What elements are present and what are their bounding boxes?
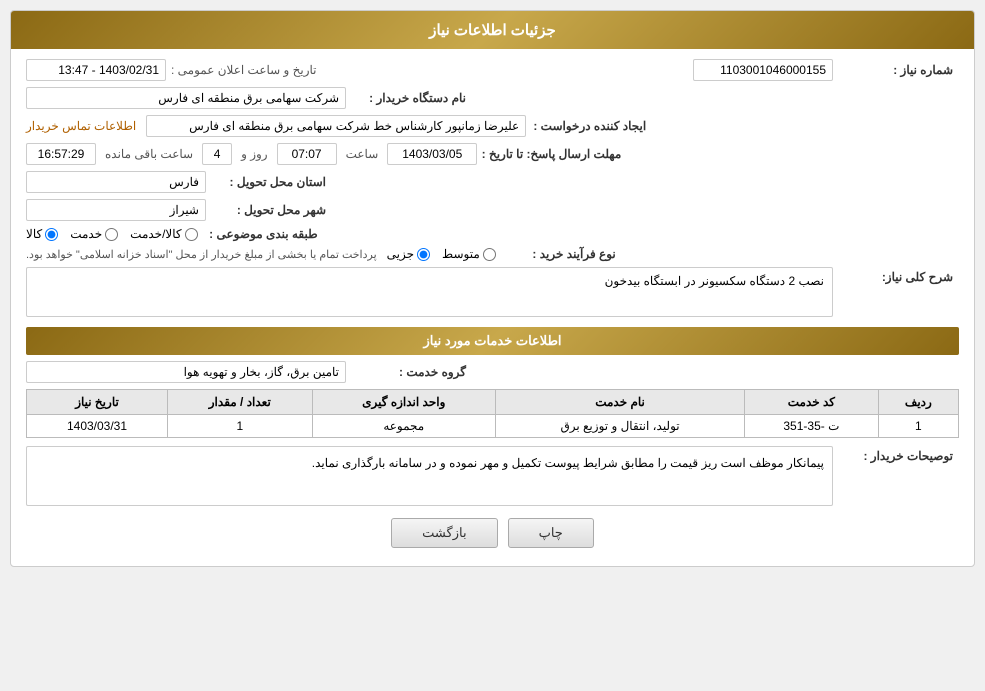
card-body: شماره نیاز : 1103001046000155 تاریخ و سا… bbox=[11, 49, 974, 566]
process-note: پرداخت تمام یا بخشی از مبلغ خریدار از مح… bbox=[26, 248, 377, 261]
services-table: ردیف کد خدمت نام خدمت واحد اندازه گیری ت… bbox=[26, 389, 959, 438]
radio-goods-label: کالا bbox=[26, 227, 42, 241]
process-radio-group: متوسط جزیی bbox=[387, 247, 496, 261]
creator-label: ایجاد کننده درخواست : bbox=[526, 119, 646, 133]
cell-unit: مجموعه bbox=[312, 415, 495, 438]
print-button[interactable]: چاپ bbox=[508, 518, 594, 548]
buyer-name-value: شرکت سهامی برق منطقه ای فارس bbox=[26, 87, 346, 109]
public-announce-value: 1403/02/31 - 13:47 bbox=[26, 59, 166, 81]
reply-days-label: روز و bbox=[241, 147, 268, 161]
reply-time: 07:07 bbox=[277, 143, 337, 165]
need-number-row: شماره نیاز : 1103001046000155 تاریخ و سا… bbox=[26, 59, 959, 81]
service-group-row: گروه خدمت : تامین برق، گاز، بخار و تهویه… bbox=[26, 361, 959, 383]
need-number-value: 1103001046000155 bbox=[693, 59, 833, 81]
services-section-header: اطلاعات خدمات مورد نیاز bbox=[26, 327, 959, 355]
table-row: 1 ت -35-351 تولید، انتقال و توزیع برق مج… bbox=[27, 415, 959, 438]
need-desc-box: نصب 2 دستگاه سکسیونر در ابستگاه بیدخون bbox=[26, 267, 833, 317]
buyer-notes-label: توصیحات خریدار : bbox=[833, 446, 953, 463]
need-desc-label: شرح کلی نیاز: bbox=[833, 267, 953, 284]
col-qty: تعداد / مقدار bbox=[168, 390, 313, 415]
reply-deadline-row: مهلت ارسال پاسخ: تا تاریخ : 1403/03/05 س… bbox=[26, 143, 959, 165]
radio-medium-label: متوسط bbox=[442, 247, 480, 261]
public-announce-label: تاریخ و ساعت اعلان عمومی : bbox=[171, 63, 317, 77]
radio-partial-input[interactable] bbox=[417, 248, 430, 261]
radio-medium-input[interactable] bbox=[483, 248, 496, 261]
buyer-notes-row: توصیحات خریدار : پیمانکار موظف است ریز ق… bbox=[26, 446, 959, 506]
category-radio-goods: کالا bbox=[26, 227, 58, 241]
radio-goods-service-input[interactable] bbox=[185, 228, 198, 241]
buyer-name-label: نام دستگاه خریدار : bbox=[346, 91, 466, 105]
col-unit: واحد اندازه گیری bbox=[312, 390, 495, 415]
reply-date: 1403/03/05 bbox=[387, 143, 477, 165]
col-name: نام خدمت bbox=[495, 390, 744, 415]
radio-goods-input[interactable] bbox=[45, 228, 58, 241]
radio-service-label: خدمت bbox=[70, 227, 102, 241]
table-header-row: ردیف کد خدمت نام خدمت واحد اندازه گیری ت… bbox=[27, 390, 959, 415]
process-radio-medium: متوسط bbox=[442, 247, 496, 261]
radio-goods-service-label: کالا/خدمت bbox=[130, 227, 181, 241]
page-wrapper: جزئیات اطلاعات نیاز شماره نیاز : 1103001… bbox=[0, 0, 985, 691]
contact-link[interactable]: اطلاعات تماس خریدار bbox=[26, 119, 136, 133]
buyer-notes-box: پیمانکار موظف است ریز قیمت را مطابق شرای… bbox=[26, 446, 833, 506]
category-radio-goods-service: کالا/خدمت bbox=[130, 227, 197, 241]
category-radio-group: کالا/خدمت خدمت کالا bbox=[26, 227, 198, 241]
reply-remaining-label: ساعت باقی مانده bbox=[105, 147, 193, 161]
services-section-label: اطلاعات خدمات مورد نیاز bbox=[423, 333, 561, 348]
province-label: استان محل تحویل : bbox=[206, 175, 326, 189]
process-radio-partial: جزیی bbox=[387, 247, 430, 261]
radio-service-input[interactable] bbox=[105, 228, 118, 241]
process-type-row: نوع فرآیند خرید : متوسط جزیی پرداخت تمام… bbox=[26, 247, 959, 261]
cell-date: 1403/03/31 bbox=[27, 415, 168, 438]
process-type-label: نوع فرآیند خرید : bbox=[496, 247, 616, 261]
need-number-label: شماره نیاز : bbox=[833, 63, 953, 77]
province-row: استان محل تحویل : فارس bbox=[26, 171, 959, 193]
buyer-name-row: نام دستگاه خریدار : شرکت سهامی برق منطقه… bbox=[26, 87, 959, 109]
main-card: جزئیات اطلاعات نیاز شماره نیاز : 1103001… bbox=[10, 10, 975, 567]
col-row: ردیف bbox=[878, 390, 958, 415]
cell-name: تولید، انتقال و توزیع برق bbox=[495, 415, 744, 438]
cell-code: ت -35-351 bbox=[745, 415, 879, 438]
col-date: تاریخ نیاز bbox=[27, 390, 168, 415]
radio-partial-label: جزیی bbox=[387, 247, 414, 261]
cell-row: 1 bbox=[878, 415, 958, 438]
province-value: فارس bbox=[26, 171, 206, 193]
reply-deadline-label: مهلت ارسال پاسخ: تا تاریخ : bbox=[481, 147, 621, 161]
buyer-notes-value: پیمانکار موظف است ریز قیمت را مطابق شرای… bbox=[312, 456, 824, 470]
page-title: جزئیات اطلاعات نیاز bbox=[429, 22, 556, 39]
need-desc-value: نصب 2 دستگاه سکسیونر در ابستگاه بیدخون bbox=[605, 274, 824, 288]
category-row: طبقه بندی موضوعی : کالا/خدمت خدمت کالا bbox=[26, 227, 959, 241]
category-radio-service: خدمت bbox=[70, 227, 118, 241]
creator-row: ایجاد کننده درخواست : علیرضا زمانپور کار… bbox=[26, 115, 959, 137]
back-button[interactable]: بازگشت bbox=[391, 518, 497, 548]
card-header: جزئیات اطلاعات نیاز bbox=[11, 11, 974, 49]
cell-qty: 1 bbox=[168, 415, 313, 438]
service-group-value: تامین برق، گاز، بخار و تهویه هوا bbox=[26, 361, 346, 383]
service-group-label: گروه خدمت : bbox=[346, 365, 466, 379]
city-row: شهر محل تحویل : شیراز bbox=[26, 199, 959, 221]
creator-value: علیرضا زمانپور کارشناس خط شرکت سهامی برق… bbox=[146, 115, 526, 137]
need-desc-row: شرح کلی نیاز: نصب 2 دستگاه سکسیونر در اب… bbox=[26, 267, 959, 317]
city-label: شهر محل تحویل : bbox=[206, 203, 326, 217]
reply-time-label: ساعت bbox=[346, 147, 379, 161]
reply-days: 4 bbox=[202, 143, 232, 165]
buttons-row: چاپ بازگشت bbox=[26, 518, 959, 548]
reply-remaining: 16:57:29 bbox=[26, 143, 96, 165]
category-label: طبقه بندی موضوعی : bbox=[198, 227, 318, 241]
city-value: شیراز bbox=[26, 199, 206, 221]
col-code: کد خدمت bbox=[745, 390, 879, 415]
